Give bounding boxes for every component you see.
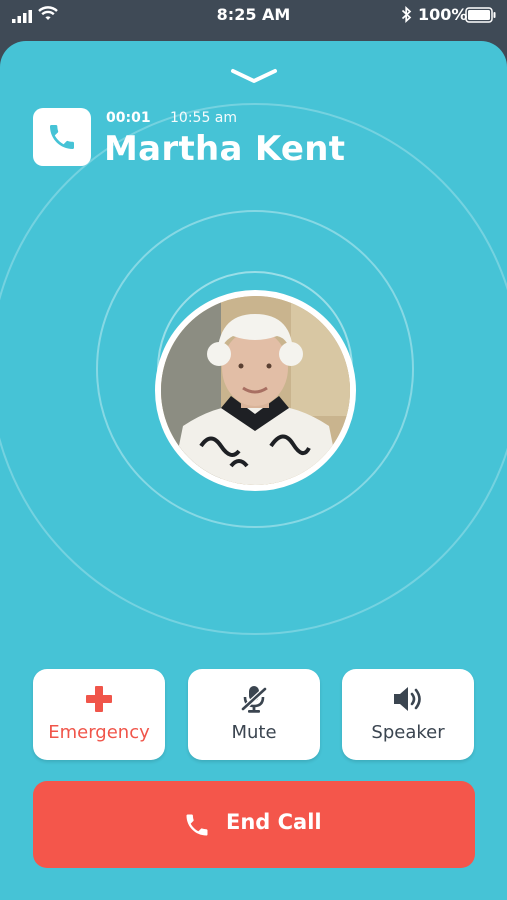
end-call-label: End Call bbox=[226, 810, 322, 834]
battery-percentage: 100% bbox=[418, 5, 468, 24]
bluetooth-icon bbox=[401, 6, 412, 27]
phone-hangup-icon bbox=[186, 814, 208, 836]
call-start-time: 10:55 am bbox=[170, 110, 238, 126]
caller-name: Martha Kent bbox=[104, 129, 346, 169]
status-bar: 8:25 AM 100% bbox=[0, 0, 507, 30]
caller-avatar bbox=[155, 290, 356, 491]
call-duration: 00:01 bbox=[106, 110, 151, 126]
plus-icon bbox=[86, 686, 112, 712]
call-type-badge bbox=[33, 108, 91, 166]
microphone-off-icon bbox=[241, 686, 267, 713]
battery-icon bbox=[465, 7, 497, 27]
phone-icon bbox=[50, 125, 74, 149]
speaker-label: Speaker bbox=[371, 722, 445, 743]
emergency-button[interactable]: Emergency bbox=[33, 669, 165, 760]
mute-label: Mute bbox=[231, 722, 277, 743]
speaker-icon bbox=[394, 687, 421, 711]
mute-button[interactable]: Mute bbox=[188, 669, 320, 760]
end-call-button[interactable]: End Call bbox=[33, 781, 475, 868]
chevron-down-icon[interactable] bbox=[230, 68, 278, 88]
speaker-button[interactable]: Speaker bbox=[342, 669, 474, 760]
emergency-label: Emergency bbox=[48, 722, 150, 743]
call-screen: 00:01 10:55 am Martha Kent Emergency Mut… bbox=[0, 41, 507, 900]
